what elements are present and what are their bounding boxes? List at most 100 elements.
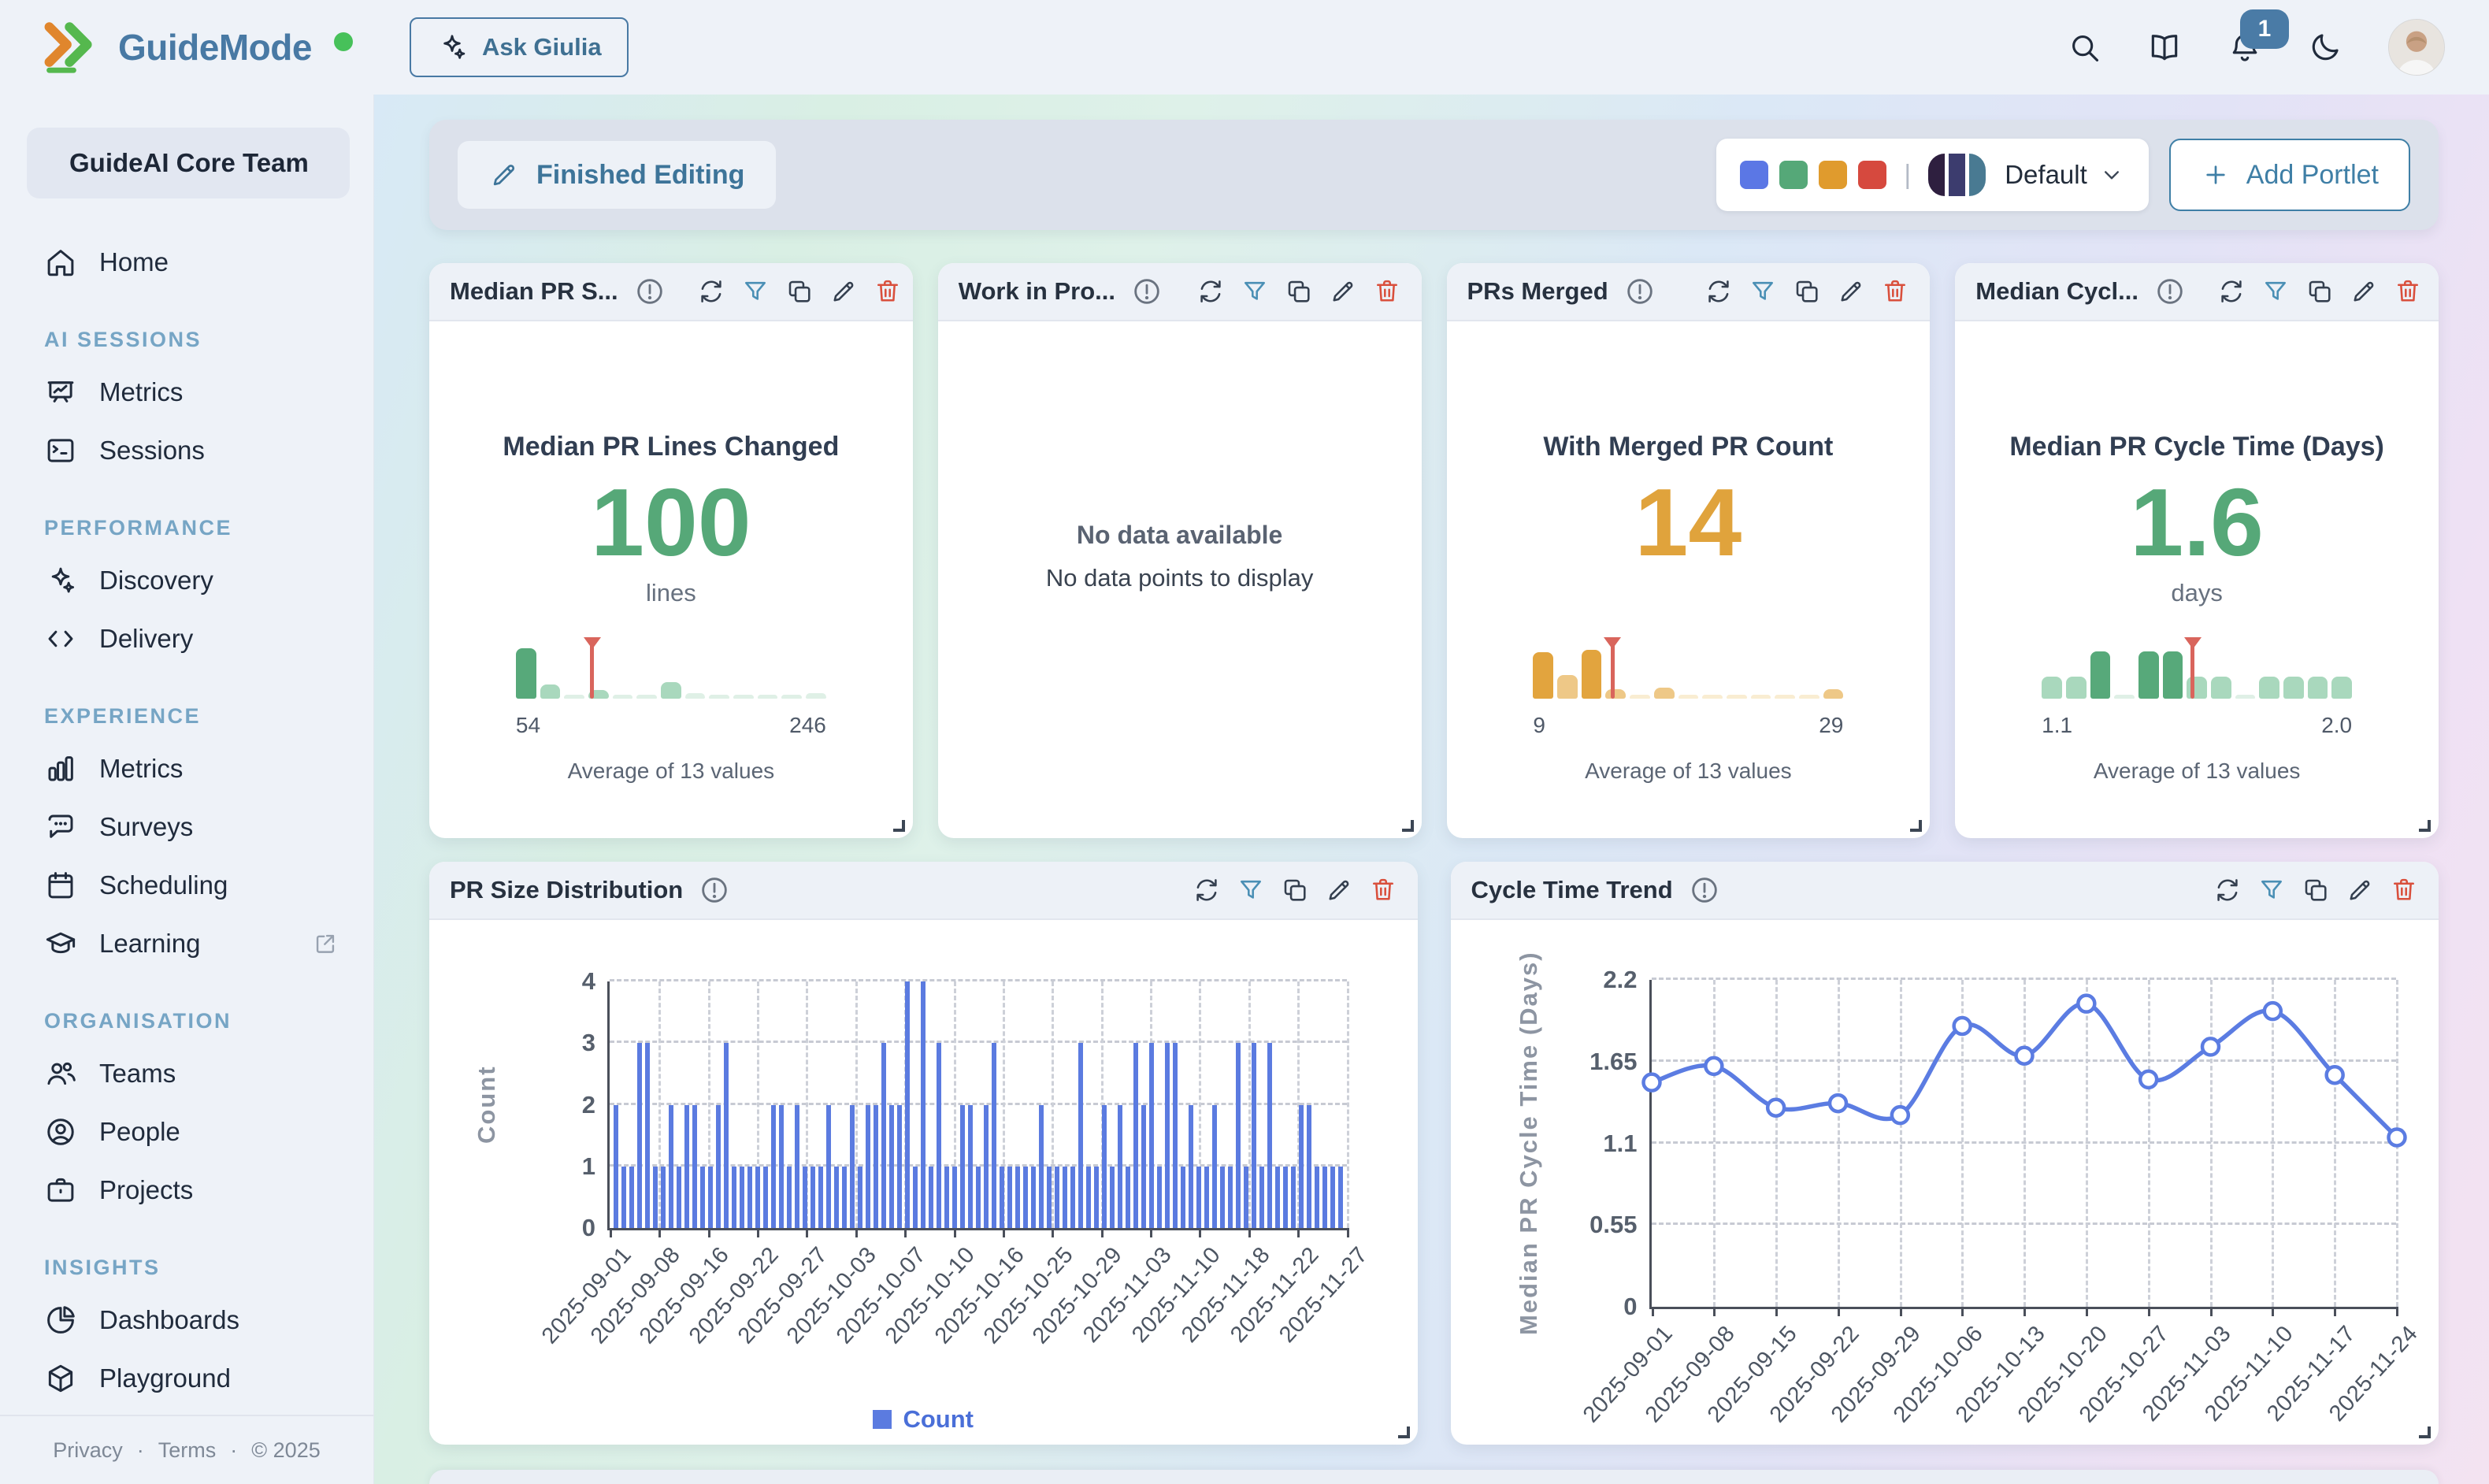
copy-icon[interactable] bbox=[1285, 277, 1313, 306]
filter-icon[interactable] bbox=[1237, 876, 1265, 904]
resize-handle[interactable] bbox=[1910, 820, 1922, 832]
delete-icon[interactable] bbox=[1369, 876, 1397, 904]
add-portlet-button[interactable]: Add Portlet bbox=[2169, 139, 2410, 211]
sidebar-item-projects[interactable]: Projects bbox=[0, 1161, 373, 1219]
copy-icon[interactable] bbox=[1793, 277, 1821, 306]
filter-icon[interactable] bbox=[741, 277, 770, 306]
resize-handle[interactable] bbox=[893, 820, 905, 832]
filter-icon[interactable] bbox=[1749, 277, 1777, 306]
team-selector[interactable]: GuideAI Core Team bbox=[27, 128, 350, 198]
edit-icon[interactable] bbox=[1329, 277, 1357, 306]
x-tick bbox=[1052, 1228, 1054, 1237]
filter-icon[interactable] bbox=[1241, 277, 1269, 306]
notification-badge: 1 bbox=[2240, 9, 2289, 49]
add-portlet-label: Add Portlet bbox=[2246, 160, 2379, 191]
sidebar-item-metrics[interactable]: Metrics bbox=[0, 363, 373, 421]
edit-icon[interactable] bbox=[1325, 876, 1353, 904]
sidebar-item-delivery[interactable]: Delivery bbox=[0, 610, 373, 668]
delete-icon[interactable] bbox=[2390, 876, 2418, 904]
brand: GuideMode bbox=[38, 19, 353, 76]
copy-icon[interactable] bbox=[785, 277, 814, 306]
x-tick bbox=[1347, 1228, 1349, 1237]
resize-handle[interactable] bbox=[2419, 1426, 2431, 1438]
edit-icon[interactable] bbox=[829, 277, 858, 306]
ask-giulia-button[interactable]: Ask Giulia bbox=[410, 17, 629, 77]
data-point bbox=[1643, 1074, 1660, 1091]
sidebar-item-learning[interactable]: Learning bbox=[0, 915, 373, 973]
privacy-link[interactable]: Privacy bbox=[53, 1438, 123, 1463]
legend-swatch bbox=[873, 1410, 892, 1429]
delete-icon[interactable] bbox=[2394, 277, 2422, 306]
kpi-unit: lines bbox=[646, 579, 696, 614]
cube-icon bbox=[44, 1362, 77, 1395]
bar bbox=[614, 1105, 618, 1229]
bar bbox=[700, 1167, 705, 1228]
finished-editing-button[interactable]: Finished Editing bbox=[458, 141, 776, 209]
delete-icon[interactable] bbox=[874, 277, 902, 306]
dark-mode-icon[interactable] bbox=[2308, 30, 2342, 65]
edit-icon[interactable] bbox=[2346, 876, 2374, 904]
bar bbox=[1070, 1167, 1075, 1228]
edit-icon[interactable] bbox=[1837, 277, 1865, 306]
chart-legend: Count bbox=[429, 1405, 1418, 1434]
delete-icon[interactable] bbox=[1373, 277, 1401, 306]
notifications-bell[interactable]: 1 bbox=[2227, 30, 2262, 65]
filter-icon[interactable] bbox=[2261, 277, 2290, 306]
sidebar-item-home[interactable]: Home bbox=[0, 233, 373, 291]
dashboard-page: GuideMode Ask Giulia 1 GuideAI Core Team bbox=[0, 0, 2489, 1484]
refresh-icon[interactable] bbox=[2213, 876, 2242, 904]
portlet-header: Work in Pro... bbox=[938, 263, 1422, 321]
sidebar-item-playground[interactable]: Playground bbox=[0, 1349, 373, 1408]
sidebar-item-scheduling[interactable]: Scheduling bbox=[0, 856, 373, 915]
refresh-icon[interactable] bbox=[1704, 277, 1733, 306]
sidebar: GuideAI Core Team HomeAI SESSIONSMetrics… bbox=[0, 95, 374, 1484]
x-tick bbox=[904, 1228, 907, 1237]
copy-icon[interactable] bbox=[2302, 876, 2330, 904]
y-tick-label: 0 bbox=[582, 1214, 595, 1242]
sidebar-item-discovery[interactable]: Discovery bbox=[0, 551, 373, 610]
histogram-bar bbox=[2331, 677, 2352, 699]
sidebar-item-metrics[interactable]: Metrics bbox=[0, 740, 373, 798]
bar bbox=[1007, 1167, 1012, 1228]
refresh-icon[interactable] bbox=[697, 277, 725, 306]
info-icon[interactable] bbox=[1624, 276, 1656, 307]
avatar[interactable] bbox=[2388, 19, 2445, 76]
palette-selector[interactable]: | Default bbox=[1716, 139, 2148, 211]
sidebar-item-sessions[interactable]: Sessions bbox=[0, 421, 373, 480]
info-icon[interactable] bbox=[1131, 276, 1163, 307]
sidebar-item-people[interactable]: People bbox=[0, 1103, 373, 1161]
info-icon[interactable] bbox=[1689, 874, 1720, 906]
calendar-icon bbox=[44, 869, 77, 902]
kpi-histogram bbox=[1533, 648, 1843, 699]
resize-handle[interactable] bbox=[1398, 1426, 1410, 1438]
copy-icon[interactable] bbox=[1281, 876, 1309, 904]
info-icon[interactable] bbox=[2154, 276, 2186, 307]
edit-icon[interactable] bbox=[2350, 277, 2378, 306]
kpi-range: 9 29 bbox=[1533, 713, 1843, 738]
portlet-header: Median PR S... bbox=[429, 263, 913, 321]
code-icon bbox=[44, 622, 77, 655]
kpi-body: Median PR Cycle Time (Days) 1.6 days 1.1… bbox=[1955, 321, 2439, 838]
bar bbox=[677, 1167, 681, 1228]
info-icon[interactable] bbox=[634, 276, 666, 307]
terms-link[interactable]: Terms bbox=[158, 1438, 217, 1463]
sidebar-item-dashboards[interactable]: Dashboards bbox=[0, 1291, 373, 1349]
data-point bbox=[2202, 1038, 2219, 1055]
refresh-icon[interactable] bbox=[2217, 277, 2246, 306]
copy-icon[interactable] bbox=[2305, 277, 2334, 306]
search-icon[interactable] bbox=[2067, 30, 2101, 65]
docs-icon[interactable] bbox=[2147, 30, 2182, 65]
filter-icon[interactable] bbox=[2257, 876, 2286, 904]
resize-handle[interactable] bbox=[1402, 820, 1414, 832]
refresh-icon[interactable] bbox=[1193, 876, 1221, 904]
y-tick-label: 1 bbox=[582, 1152, 595, 1181]
histogram-bar bbox=[2090, 651, 2111, 699]
sidebar-item-teams[interactable]: Teams bbox=[0, 1044, 373, 1103]
delete-icon[interactable] bbox=[1881, 277, 1909, 306]
sidebar-item-surveys[interactable]: Surveys bbox=[0, 798, 373, 856]
refresh-icon[interactable] bbox=[1196, 277, 1225, 306]
info-icon[interactable] bbox=[699, 874, 730, 906]
bar bbox=[1055, 1167, 1059, 1228]
bar bbox=[1000, 1167, 1004, 1228]
resize-handle[interactable] bbox=[2419, 820, 2431, 832]
